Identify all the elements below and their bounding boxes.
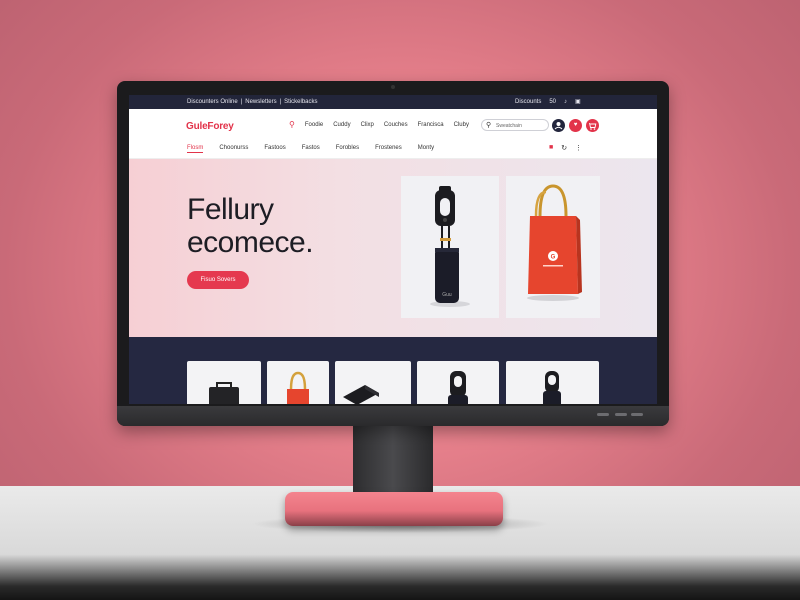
discounts-link[interactable]: Discounts <box>515 99 541 105</box>
heart-icon[interactable]: ♥ <box>569 119 582 132</box>
utility-separator: | <box>279 99 282 105</box>
category-tab[interactable]: Forobles <box>336 145 359 153</box>
bag-image: G <box>527 184 582 301</box>
category-list: Flosm Choonurss Fastoos Fastos Forobles … <box>187 145 434 153</box>
bell-icon[interactable]: ♪ <box>564 99 567 105</box>
webcam <box>391 85 395 89</box>
nav-item[interactable]: Cluby <box>454 122 469 128</box>
utility-right: Discounts 50 ♪ ▣ <box>515 99 581 105</box>
product-thumb-bottle[interactable] <box>417 361 499 404</box>
utility-link[interactable]: Discounters Online <box>187 99 238 105</box>
bag-logo: G <box>551 255 556 261</box>
utility-bar: Discounters Online | Newsletters | Stick… <box>129 95 657 109</box>
monitor-stand-neck <box>353 424 433 502</box>
monitor: Discounters Online | Newsletters | Stick… <box>117 81 669 426</box>
monitor-stand-base <box>285 492 503 526</box>
subnav-icons: ■ ↻ ⋮ <box>549 144 582 152</box>
category-tab[interactable]: Choonurss <box>219 145 248 153</box>
hero-title-line: ecomece. <box>187 226 314 259</box>
bottle-image <box>543 371 561 404</box>
search-input[interactable]: ⚲ Sweatchain <box>481 119 549 131</box>
nav-item[interactable]: Clixp <box>361 122 374 128</box>
hero-banner: Fellury ecomece. Fisuo Sovers Guu G <box>129 159 657 337</box>
utility-separator: | <box>240 99 243 105</box>
user-icon[interactable] <box>552 119 565 132</box>
site-logo[interactable]: GuleForey <box>186 121 234 132</box>
product-thumb-bottle[interactable] <box>506 361 599 404</box>
utility-link[interactable]: Newsletters <box>245 99 276 105</box>
search-placeholder: Sweatchain <box>496 123 522 129</box>
product-thumb-briefcase[interactable] <box>187 361 261 404</box>
category-tab[interactable]: Flosm <box>187 145 204 153</box>
product-thumb-tote[interactable] <box>267 361 329 404</box>
nav-item[interactable]: Francisca <box>418 122 444 128</box>
sync-icon[interactable]: ↻ <box>561 144 567 152</box>
utility-link[interactable]: Stickelbacks <box>284 99 317 105</box>
product-card-bag[interactable]: G <box>506 176 600 318</box>
monitor-button[interactable] <box>631 413 643 416</box>
tote-image <box>287 371 309 404</box>
hero-title-line: Fellury <box>187 193 274 226</box>
product-strip <box>129 337 657 404</box>
product-thumb-wallet[interactable] <box>335 361 411 404</box>
monitor-button[interactable] <box>597 413 609 416</box>
search-icon[interactable]: ⚲ <box>289 121 295 129</box>
monitor-button[interactable] <box>615 413 627 416</box>
site-header: GuleForey ⚲ Foodie Cuddy Clixp Couches F… <box>129 109 657 141</box>
category-tab[interactable]: Monty <box>418 145 434 153</box>
nav-item[interactable]: Cuddy <box>333 122 350 128</box>
category-tab[interactable]: Frostenes <box>375 145 402 153</box>
category-nav: Flosm Choonurss Fastoos Fastos Forobles … <box>129 141 657 159</box>
wallet-image <box>343 385 379 404</box>
bottle-image <box>448 371 468 404</box>
hero-cta-button[interactable]: Fisuo Sovers <box>187 271 249 289</box>
more-icon[interactable]: ⋮ <box>575 144 582 152</box>
nav-item[interactable]: Couches <box>384 122 408 128</box>
main-nav: ⚲ Foodie Cuddy Clixp Couches Francisca C… <box>289 121 469 129</box>
bag-icon[interactable]: ▣ <box>575 99 581 105</box>
utility-links: Discounters Online | Newsletters | Stick… <box>187 99 318 105</box>
bottle-label: Guu <box>442 292 452 298</box>
product-card-bottle[interactable]: Guu <box>401 176 499 318</box>
cart-icon[interactable] <box>586 119 599 132</box>
discount-count: 50 <box>549 99 557 105</box>
website-screen: Discounters Online | Newsletters | Stick… <box>129 95 657 404</box>
category-tab[interactable]: Fastoos <box>264 145 285 153</box>
bottle-image: Guu <box>430 186 470 307</box>
hero-title: Fellury ecomece. <box>187 193 314 259</box>
category-tab[interactable]: Fastos <box>302 145 320 153</box>
search-icon: ⚲ <box>486 122 492 129</box>
cart-icon[interactable]: ■ <box>549 144 553 152</box>
monitor-chin <box>117 406 669 426</box>
briefcase-image <box>209 382 239 404</box>
nav-item[interactable]: Foodie <box>305 122 323 128</box>
